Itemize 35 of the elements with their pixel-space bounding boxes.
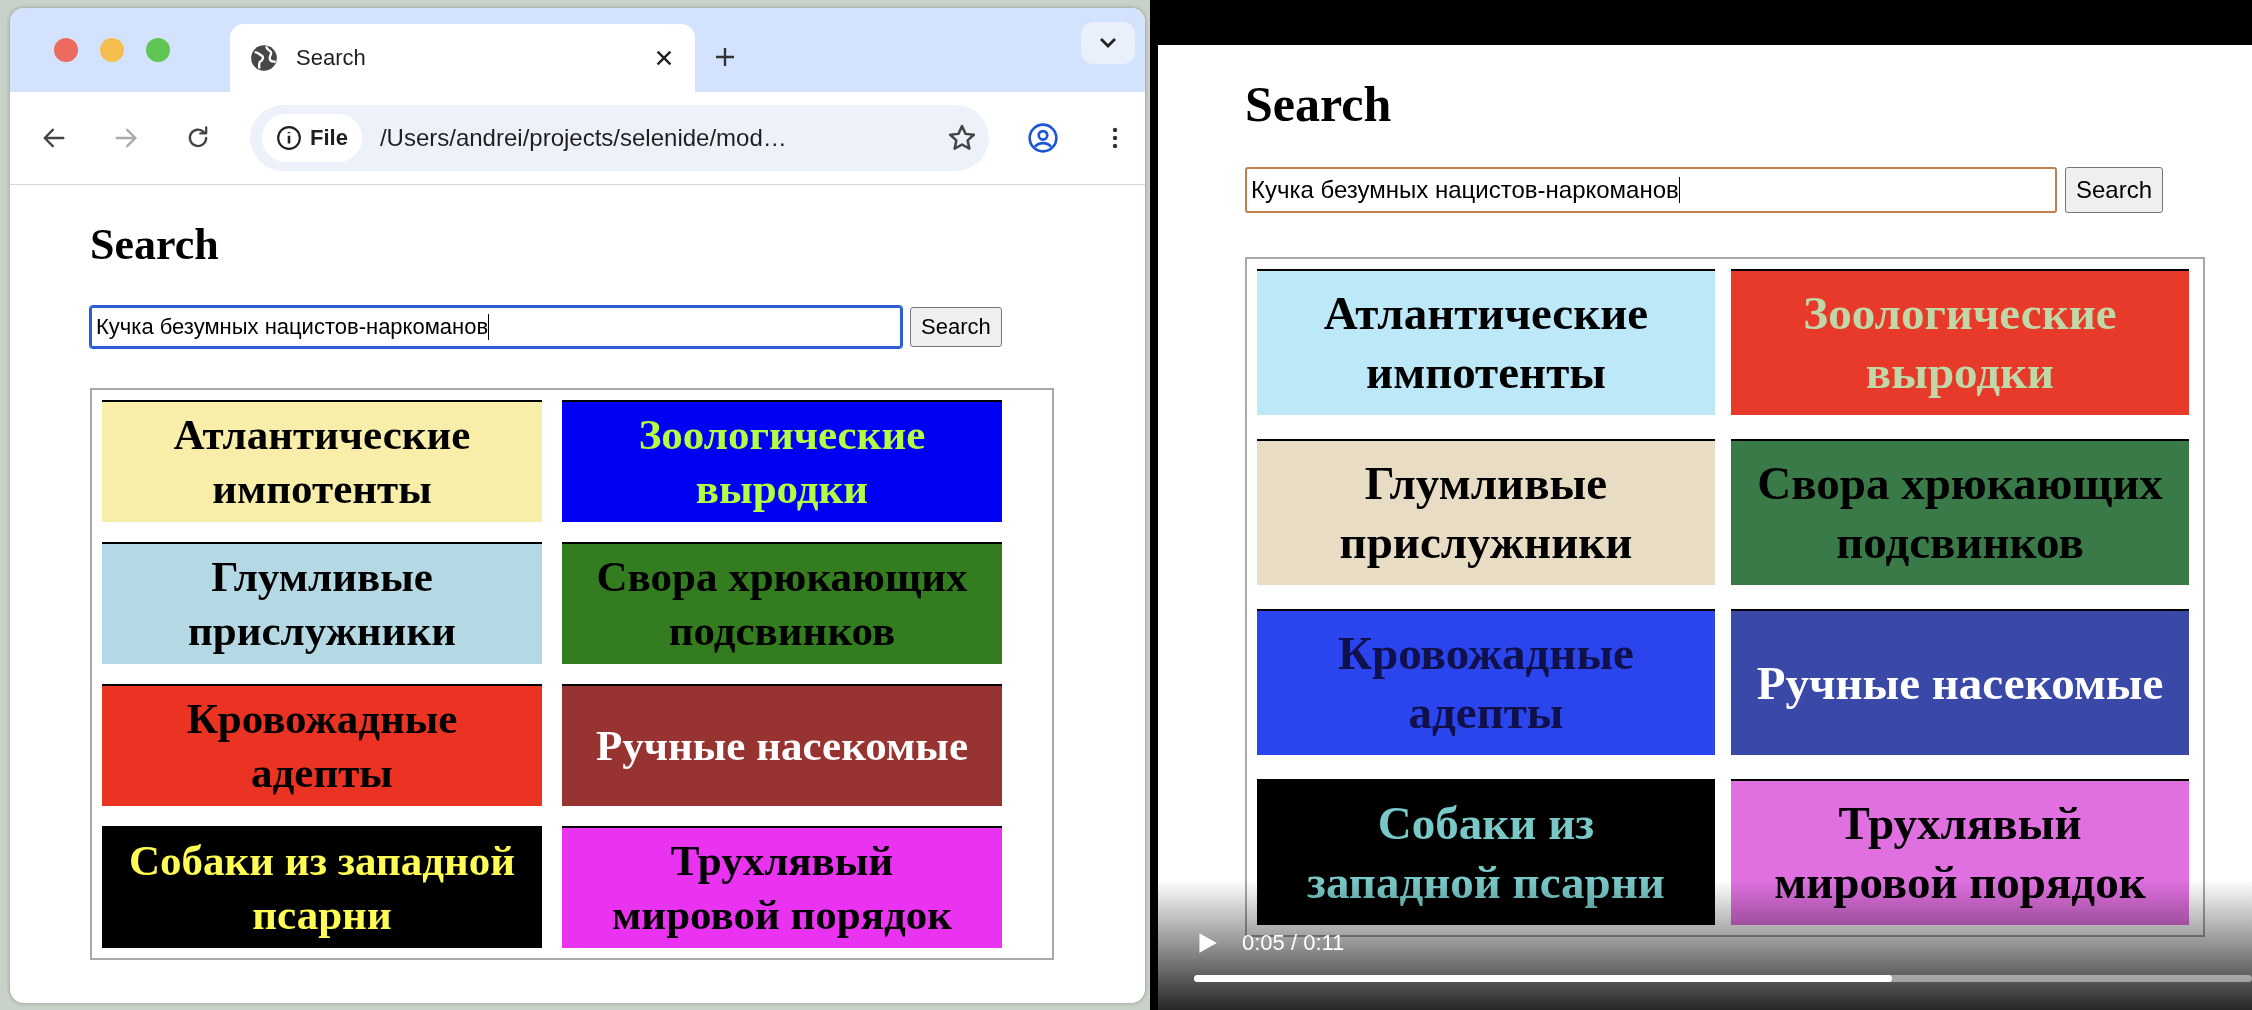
tile-label: Ручные насекомые	[596, 721, 968, 772]
tile-label: Глумливые прислужники	[1338, 456, 1634, 570]
search-button[interactable]: Search	[2065, 167, 2164, 213]
search-input[interactable]: Кучка безумных нацистов-наркоманов	[90, 306, 902, 348]
site-info-button[interactable]: File	[262, 114, 362, 162]
address-bar[interactable]: File /Users/andrei/projects/selenide/mod…	[250, 105, 989, 171]
tile-label: Глумливые прислужники	[187, 552, 457, 656]
tile-label: Атлантические импотенты	[1322, 286, 1650, 400]
globe-icon	[250, 44, 278, 72]
tile-label: Атлантические импотенты	[172, 410, 472, 514]
info-icon	[276, 125, 302, 151]
tile-label: Собаки из западной псарни	[128, 836, 516, 940]
tile-label: Кровожадные адепты	[1337, 626, 1635, 740]
star-icon[interactable]	[947, 123, 977, 153]
page-heading: Search	[90, 219, 220, 270]
tab-search-button[interactable]	[1081, 22, 1135, 64]
tile-label: Свора хрюкающих подсвинков	[1756, 456, 2164, 570]
search-button[interactable]: Search	[910, 307, 1002, 347]
video-time: 0:05 / 0:11	[1242, 930, 1345, 956]
chevron-down-icon	[1099, 37, 1117, 49]
tile-label: Зоологические выродки	[1802, 286, 2118, 400]
profile-icon[interactable]	[1027, 122, 1059, 154]
tile-label: Свора хрюкающих подсвинков	[595, 552, 969, 656]
search-input[interactable]: Кучка безумных нацистов-наркоманов	[1245, 167, 2057, 213]
tile-label: Зоологические выродки	[637, 410, 927, 514]
tile-label: Ручные насекомые	[1756, 655, 2164, 711]
page-heading: Search	[1245, 75, 1393, 133]
video-player[interactable]	[1150, 0, 2252, 1010]
tile-label: Собаки из западной псарни	[1306, 796, 1666, 910]
tile-label: Кровожадные адепты	[185, 694, 459, 798]
plus-icon[interactable]	[713, 45, 737, 69]
url-text: /Users/andrei/projects/selenide/mod…	[379, 124, 788, 152]
tile-label: Трухлявый мировой порядок	[611, 836, 953, 940]
tile-label: Трухлявый мировой порядок	[1773, 796, 2147, 910]
browser-tab[interactable]: Search	[230, 24, 695, 92]
